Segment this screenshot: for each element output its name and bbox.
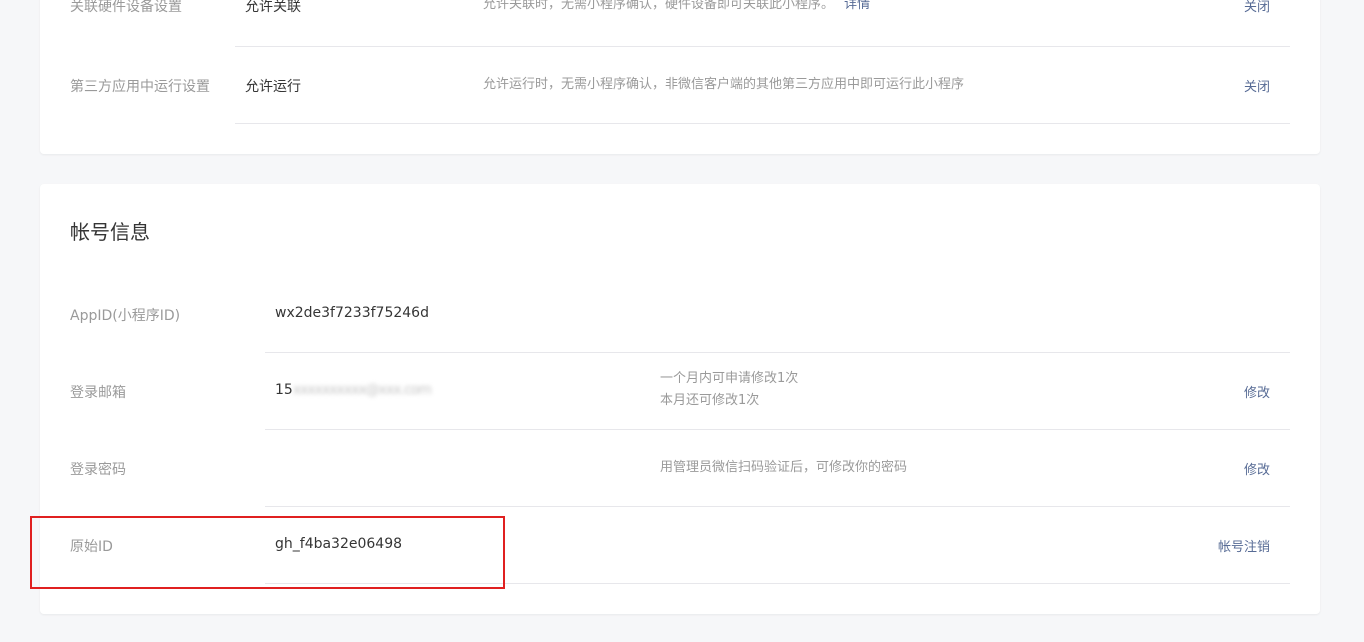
original-id-label: 原始ID bbox=[70, 539, 113, 555]
original-id-value: gh_f4ba32e06498 bbox=[275, 536, 403, 552]
password-label: 登录密码 bbox=[70, 462, 126, 478]
modify-email-button[interactable]: 修改 bbox=[1244, 382, 1270, 401]
email-desc-line1: 一个月内可申请修改1次 bbox=[660, 371, 799, 386]
email-desc-line2: 本月还可修改1次 bbox=[660, 393, 760, 408]
setting-desc-text: 允许关联时，无需小程序确认，硬件设备即可关联此小程序。 bbox=[483, 0, 835, 12]
settings-card: 关联硬件设备设置 允许关联 允许关联时，无需小程序确认，硬件设备即可关联此小程序… bbox=[40, 0, 1320, 154]
email-masked: xxxxxxxxxx@xxx.com bbox=[292, 382, 432, 398]
email-prefix: 15 bbox=[275, 382, 293, 398]
account-row-email: 登录邮箱 15xxxxxxxxxx@xxx.com 一个月内可申请修改1次 本月… bbox=[40, 353, 1320, 430]
account-row-appid: AppID(小程序ID) wx2de3f7233f75246d bbox=[40, 276, 1320, 353]
details-link[interactable]: 详情 bbox=[844, 0, 870, 12]
disable-third-party-button[interactable]: 关闭 bbox=[1244, 76, 1270, 95]
setting-desc: 允许运行时，无需小程序确认，非微信客户端的其他第三方应用中即可运行此小程序 bbox=[483, 77, 965, 92]
setting-label: 第三方应用中运行设置 bbox=[70, 79, 210, 95]
email-desc: 一个月内可申请修改1次 本月还可修改1次 bbox=[660, 368, 798, 412]
appid-value: wx2de3f7233f75246d bbox=[275, 305, 429, 321]
email-label: 登录邮箱 bbox=[70, 385, 126, 401]
divider bbox=[235, 123, 1290, 124]
setting-row-third-party: 第三方应用中运行设置 允许运行 允许运行时，无需小程序确认，非微信客户端的其他第… bbox=[40, 47, 1320, 124]
account-info-card: 帐号信息 AppID(小程序ID) wx2de3f7233f75246d 登录邮… bbox=[40, 184, 1320, 614]
section-title: 帐号信息 bbox=[70, 220, 150, 244]
disable-hardware-link-button[interactable]: 关闭 bbox=[1244, 0, 1270, 15]
password-desc: 用管理员微信扫码验证后，可修改你的密码 bbox=[660, 460, 908, 475]
setting-desc: 允许关联时，无需小程序确认，硬件设备即可关联此小程序。 详情 bbox=[483, 0, 870, 16]
modify-password-button[interactable]: 修改 bbox=[1244, 459, 1270, 478]
divider bbox=[265, 583, 1290, 584]
account-row-password: 登录密码 用管理员微信扫码验证后，可修改你的密码 修改 bbox=[40, 430, 1320, 507]
appid-label: AppID(小程序ID) bbox=[70, 308, 181, 324]
email-value: 15xxxxxxxxxx@xxx.com bbox=[275, 382, 432, 398]
setting-label: 关联硬件设备设置 bbox=[70, 0, 182, 15]
setting-row-hardware: 关联硬件设备设置 允许关联 允许关联时，无需小程序确认，硬件设备即可关联此小程序… bbox=[40, 0, 1320, 47]
setting-value: 允许运行 bbox=[245, 79, 301, 95]
deregister-account-button[interactable]: 帐号注销 bbox=[1218, 536, 1270, 555]
account-row-original-id: 原始ID gh_f4ba32e06498 帐号注销 bbox=[40, 507, 1320, 584]
setting-value: 允许关联 bbox=[245, 0, 301, 15]
